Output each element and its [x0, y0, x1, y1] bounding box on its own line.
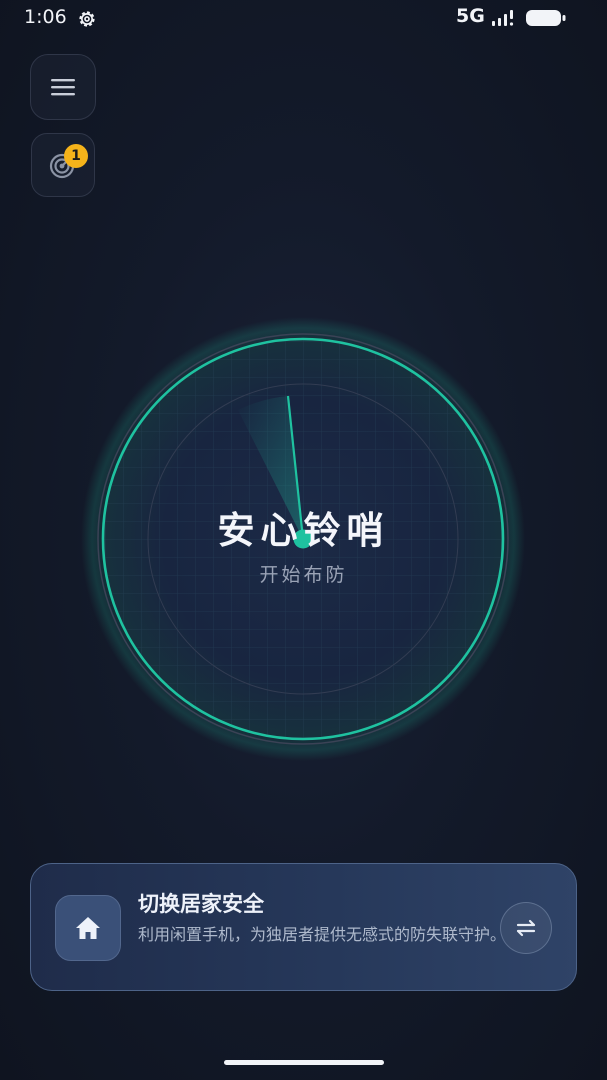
home-safety-card[interactable]: 切换居家安全 利用闲置手机，为独居者提供无感式的防失联守护。	[30, 863, 577, 991]
arm-label: 开始布防	[259, 564, 348, 586]
battery-icon	[526, 10, 566, 26]
home-indicator[interactable]	[224, 1060, 384, 1065]
app-screen: 1:06 5G 1 安心铃哨 开始布防 切换居家安全 利用闲置手机，为独居者提供…	[0, 0, 607, 1080]
gear-icon	[79, 11, 95, 27]
menu-icon	[51, 79, 75, 96]
signal-icon	[492, 10, 514, 26]
menu-button[interactable]	[30, 54, 96, 120]
card-title: 切换居家安全	[138, 892, 264, 916]
card-description: 利用闲置手机，为独居者提供无感式的防失联守护。	[138, 925, 507, 944]
app-title: 安心铃哨	[217, 509, 390, 552]
radar-button[interactable]: 1	[31, 133, 95, 197]
home-icon	[76, 917, 100, 939]
swap-arrows-icon	[516, 919, 536, 937]
arm-button[interactable]: 安心铃哨 开始布防	[0, 500, 607, 587]
status-bar: 1:06 5G	[0, 0, 607, 36]
home-button[interactable]	[55, 895, 121, 961]
notification-badge: 1	[64, 144, 88, 168]
switch-mode-button[interactable]	[500, 902, 552, 954]
network-type: 5G	[456, 5, 485, 27]
status-time: 1:06	[24, 6, 67, 28]
